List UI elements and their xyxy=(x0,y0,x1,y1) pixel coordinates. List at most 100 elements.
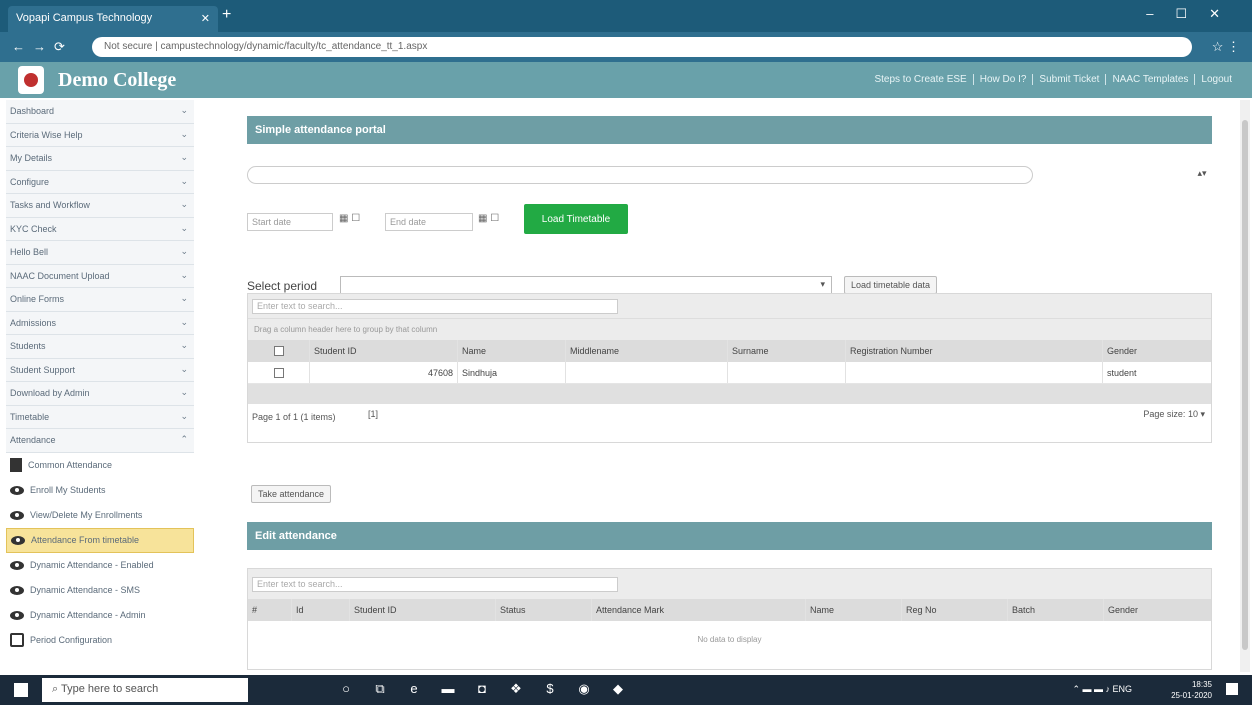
col-number[interactable]: # xyxy=(248,599,292,621)
sidebar-item-online-forms[interactable]: Online Forms ⌄ xyxy=(6,288,194,312)
col-name[interactable]: Name xyxy=(458,340,566,362)
load-timetable-data-button[interactable]: Load timetable data xyxy=(844,276,938,294)
sidebar-item-attendance[interactable]: Attendance ⌃ xyxy=(6,429,194,453)
eye-icon xyxy=(10,585,24,595)
edge-icon[interactable]: e xyxy=(404,681,424,697)
language-indicator[interactable]: ENG xyxy=(1112,684,1132,694)
col-student-id[interactable]: Student ID xyxy=(310,340,458,362)
start-date-input[interactable]: Start date xyxy=(247,213,333,231)
sidebar-item-download-admin[interactable]: Download by Admin ⌄ xyxy=(6,382,194,406)
calendar-icon[interactable]: ▦ ☐ xyxy=(339,213,360,224)
link-logout[interactable]: Logout xyxy=(1194,74,1238,85)
grid-pager: Page 1 of 1 (1 items) [1] Page size: 10 … xyxy=(248,404,1211,430)
link-create-ese[interactable]: Steps to Create ESE xyxy=(868,74,972,85)
col-reg-no[interactable]: Reg No xyxy=(902,599,1008,621)
sidebar-subitem-label: View/Delete My Enrollments xyxy=(30,510,143,520)
grid-search-input[interactable]: Enter text to search... xyxy=(252,299,618,314)
edit-attendance-grid: Enter text to search... # Id Student ID … xyxy=(247,568,1212,670)
sidebar-subitem-dynamic-enabled[interactable]: Dynamic Attendance - Enabled xyxy=(6,553,194,578)
sidebar-subitem-enroll-students[interactable]: Enroll My Students xyxy=(6,478,194,503)
col-status[interactable]: Status xyxy=(496,599,592,621)
sidebar-item-timetable[interactable]: Timetable ⌄ xyxy=(6,405,194,429)
notification-icon[interactable] xyxy=(1226,683,1238,695)
col-name[interactable]: Name xyxy=(806,599,902,621)
window-controls[interactable]: –☐✕ xyxy=(1146,6,1242,22)
system-tray[interactable]: ⌃ ▬ ▬ ♪ ENG xyxy=(1072,684,1132,695)
sidebar-item-student-support[interactable]: Student Support ⌄ xyxy=(6,358,194,382)
col-gender[interactable]: Gender xyxy=(1104,599,1211,621)
browser-tab[interactable]: Vopapi Campus Technology ✕ xyxy=(8,6,218,32)
sidebar-subitem-attendance-timetable[interactable]: Attendance From timetable xyxy=(6,527,194,553)
col-registration-number[interactable]: Registration Number xyxy=(846,340,1103,362)
link-naac-templates[interactable]: NAAC Templates xyxy=(1105,74,1194,85)
load-timetable-button[interactable]: Load Timetable xyxy=(524,204,628,234)
file-explorer-icon[interactable]: ▬ xyxy=(438,681,458,697)
sidebar-item-criteria-help[interactable]: Criteria Wise Help ⌄ xyxy=(6,123,194,147)
group-hint: Drag a column header here to group by th… xyxy=(248,318,1211,340)
stepper-icon[interactable]: ▴▾ xyxy=(1196,168,1208,182)
task-view-icon[interactable]: ⧉ xyxy=(370,681,390,697)
sidebar-subitem-dynamic-sms[interactable]: Dynamic Attendance - SMS xyxy=(6,578,194,603)
table-row[interactable]: 47608 Sindhuja student xyxy=(248,362,1211,384)
bookmark-star-icon[interactable]: ☆ ⋮ xyxy=(1212,39,1240,55)
sidebar-subitem-view-enrollments[interactable]: View/Delete My Enrollments xyxy=(6,503,194,528)
eye-icon xyxy=(11,535,25,545)
sidebar-subitem-dynamic-admin[interactable]: Dynamic Attendance - Admin xyxy=(6,603,194,628)
col-id[interactable]: Id xyxy=(292,599,350,621)
calendar-icon[interactable]: ▦ ☐ xyxy=(478,213,499,224)
college-logo xyxy=(18,66,44,94)
app-icon[interactable]: $ xyxy=(540,681,560,697)
store-icon[interactable]: ◘ xyxy=(472,681,492,697)
sidebar-item-label: KYC Check xyxy=(10,223,57,234)
col-middlename[interactable]: Middlename xyxy=(566,340,728,362)
row-checkbox[interactable] xyxy=(248,362,310,383)
sidebar-item-my-details[interactable]: My Details ⌄ xyxy=(6,147,194,171)
sidebar-subitem-common-attendance[interactable]: Common Attendance xyxy=(6,453,194,478)
chevron-down-icon: ⌄ xyxy=(180,128,188,139)
url-field[interactable]: Not secure | campustechnology/dynamic/fa… xyxy=(92,37,1192,57)
course-select-input[interactable] xyxy=(247,166,1033,184)
link-how-do-i[interactable]: How Do I? xyxy=(972,74,1033,85)
col-surname[interactable]: Surname xyxy=(728,340,846,362)
sidebar-item-tasks[interactable]: Tasks and Workflow ⌄ xyxy=(6,194,194,218)
close-tab-icon[interactable]: ✕ xyxy=(201,12,210,25)
sidebar-item-students[interactable]: Students ⌄ xyxy=(6,335,194,359)
pager-current-page[interactable]: [1] xyxy=(368,409,378,419)
link-submit-ticket[interactable]: Submit Ticket xyxy=(1032,74,1105,85)
document-icon xyxy=(10,458,22,472)
taskbar-search[interactable]: ⌕ Type here to search xyxy=(42,678,248,702)
clock[interactable]: 18:35 25-01-2020 xyxy=(1171,679,1212,701)
col-batch[interactable]: Batch xyxy=(1008,599,1104,621)
cortana-icon[interactable]: ○ xyxy=(336,681,356,697)
page-size-value[interactable]: 10 xyxy=(1188,409,1198,419)
col-gender[interactable]: Gender xyxy=(1103,340,1211,362)
col-attendance-mark[interactable]: Attendance Mark xyxy=(592,599,806,621)
sidebar-item-kyc[interactable]: KYC Check ⌄ xyxy=(6,217,194,241)
sidebar-item-hello-bell[interactable]: Hello Bell ⌄ xyxy=(6,241,194,265)
sidebar-item-dashboard[interactable]: Dashboard ⌄ xyxy=(6,100,194,124)
dropbox-icon[interactable]: ❖ xyxy=(506,681,526,697)
new-tab-icon[interactable]: + xyxy=(222,6,231,24)
end-date-input[interactable]: End date xyxy=(385,213,473,231)
sidebar-item-naac-upload[interactable]: NAAC Document Upload ⌄ xyxy=(6,264,194,288)
take-attendance-button[interactable]: Take attendance xyxy=(251,485,332,503)
page-scrollbar[interactable] xyxy=(1240,100,1250,672)
cell-registration-number xyxy=(846,362,1103,383)
eye-icon xyxy=(10,610,24,620)
app2-icon[interactable]: ◆ xyxy=(608,681,628,697)
sidebar-subitem-label: Enroll My Students xyxy=(30,485,106,495)
sidebar-item-admissions[interactable]: Admissions ⌄ xyxy=(6,311,194,335)
windows-start-icon[interactable] xyxy=(14,683,28,697)
nav-buttons[interactable]: ←→⟳ xyxy=(12,39,73,55)
select-all-checkbox[interactable] xyxy=(248,340,310,362)
scrollbar-thumb[interactable] xyxy=(1242,120,1248,650)
select-period-dropdown[interactable]: ▾ xyxy=(340,276,832,294)
panel-title-edit-attendance: Edit attendance xyxy=(247,522,1212,550)
grid-search-input[interactable]: Enter text to search... xyxy=(252,577,618,592)
chrome-icon[interactable]: ◉ xyxy=(574,681,594,697)
sidebar-item-configure[interactable]: Configure ⌄ xyxy=(6,170,194,194)
page-size-control[interactable]: Page size: 10 ▾ xyxy=(1143,409,1205,420)
sidebar-subitem-period-config[interactable]: Period Configuration xyxy=(6,628,194,653)
chevron-down-icon: ⌄ xyxy=(180,152,188,162)
col-student-id[interactable]: Student ID xyxy=(350,599,496,621)
